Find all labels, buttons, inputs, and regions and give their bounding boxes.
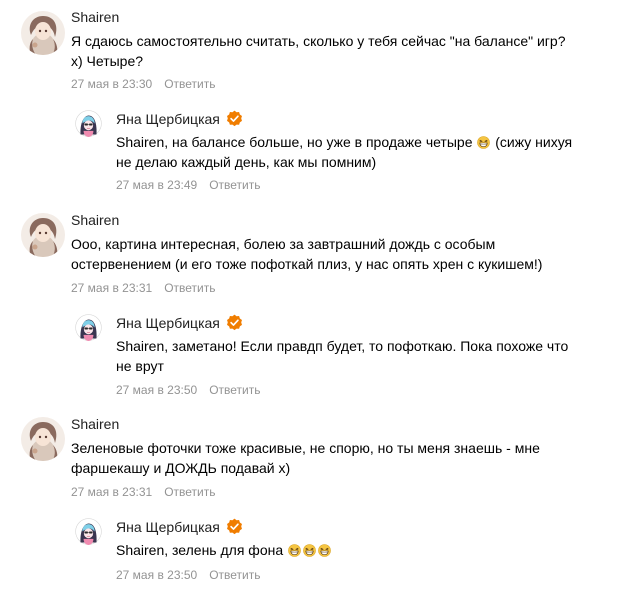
- comment-meta: 27 мая в 23:50 Ответить: [116, 568, 260, 582]
- comment-text: Shairen, заметано! Если правдп будет, то…: [116, 336, 568, 376]
- grinning-emoji-icon: [318, 544, 331, 557]
- comment-text-line: Shairen, зелень для фона: [116, 540, 332, 560]
- comment-text: Shairen, зелень для фона: [116, 540, 332, 560]
- comment-text-line: Shairen, заметано! Если правдп будет, то…: [116, 338, 569, 354]
- comment-author[interactable]: Яна Щербицкая: [116, 314, 243, 332]
- grinning-emoji-icon: [303, 544, 316, 557]
- grinning-emoji-icon: [288, 544, 301, 557]
- comment-text-line: Ооо, картина интересная, болею за завтра…: [71, 236, 496, 252]
- avatar[interactable]: [75, 518, 102, 545]
- avatar[interactable]: [75, 314, 102, 341]
- comment-meta: 27 мая в 23:30 Ответить: [71, 77, 215, 91]
- comment-text-segment: (сижу нихуя: [495, 134, 573, 150]
- reply-button[interactable]: Ответить: [209, 568, 260, 582]
- verified-icon: [226, 518, 243, 535]
- avatar[interactable]: [21, 11, 65, 55]
- verified-icon: [226, 314, 243, 331]
- author-name[interactable]: Яна Щербицкая: [116, 111, 220, 127]
- author-name[interactable]: Яна Щербицкая: [116, 519, 220, 535]
- avatar[interactable]: [21, 417, 65, 461]
- comment-text-line: не врут: [116, 358, 164, 374]
- grinning-emoji-icon: [477, 136, 490, 149]
- comment-date[interactable]: 27 мая в 23:31: [71, 485, 152, 499]
- reply-button[interactable]: Ответить: [164, 281, 215, 295]
- comment-meta: 27 мая в 23:31 Ответить: [71, 485, 215, 499]
- comment-text: Ооо, картина интересная, болею за завтра…: [71, 234, 542, 274]
- comment-date[interactable]: 27 мая в 23:50: [116, 383, 197, 397]
- comment-text-line: остервенением (и его тоже пофоткай плиз,…: [71, 256, 543, 272]
- reply-button[interactable]: Ответить: [164, 77, 215, 91]
- comment-meta: 27 мая в 23:31 Ответить: [71, 281, 215, 295]
- comment-text: Зеленовые фоточки тоже красивые, не спор…: [71, 438, 540, 478]
- comment-text: Я сдаюсь самостоятельно считать, сколько…: [71, 31, 565, 71]
- comment-date[interactable]: 27 мая в 23:30: [71, 77, 152, 91]
- comment-author[interactable]: Shairen: [71, 9, 119, 26]
- comment-meta: 27 мая в 23:50 Ответить: [116, 383, 260, 397]
- reply-button[interactable]: Ответить: [209, 178, 260, 192]
- comment-text-line: Зеленовые фоточки тоже красивые, не спор…: [71, 440, 540, 456]
- comment-date[interactable]: 27 мая в 23:50: [116, 568, 197, 582]
- comment-meta: 27 мая в 23:49 Ответить: [116, 178, 260, 192]
- comment-text: Shairen, на балансе больше, но уже в про…: [116, 132, 572, 172]
- comment-author[interactable]: Яна Щербицкая: [116, 110, 243, 128]
- comment-text-line: Shairen, на балансе больше, но уже в про…: [116, 132, 572, 152]
- avatar[interactable]: [21, 213, 65, 257]
- comment-date[interactable]: 27 мая в 23:49: [116, 178, 197, 192]
- verified-icon: [226, 110, 243, 127]
- comment-text-line: не делаю каждый день, как мы помним): [116, 154, 377, 170]
- comment-text-line: х) Четыре?: [71, 53, 144, 69]
- reply-button[interactable]: Ответить: [209, 383, 260, 397]
- comment-text-line: Я сдаюсь самостоятельно считать, сколько…: [71, 33, 566, 49]
- avatar[interactable]: [75, 110, 102, 137]
- comment-text-line: фаршекашу и ДОЖДЬ подавай х): [71, 460, 291, 476]
- reply-button[interactable]: Ответить: [164, 485, 215, 499]
- comment-author[interactable]: Shairen: [71, 212, 119, 229]
- comment-text-segment: Shairen, зелень для фона: [116, 542, 284, 558]
- comment-author[interactable]: Яна Щербицкая: [116, 518, 243, 536]
- comment-author[interactable]: Shairen: [71, 416, 119, 433]
- author-name[interactable]: Яна Щербицкая: [116, 315, 220, 331]
- comment-text-segment: Shairen, на балансе больше, но уже в про…: [116, 134, 473, 150]
- comment-date[interactable]: 27 мая в 23:31: [71, 281, 152, 295]
